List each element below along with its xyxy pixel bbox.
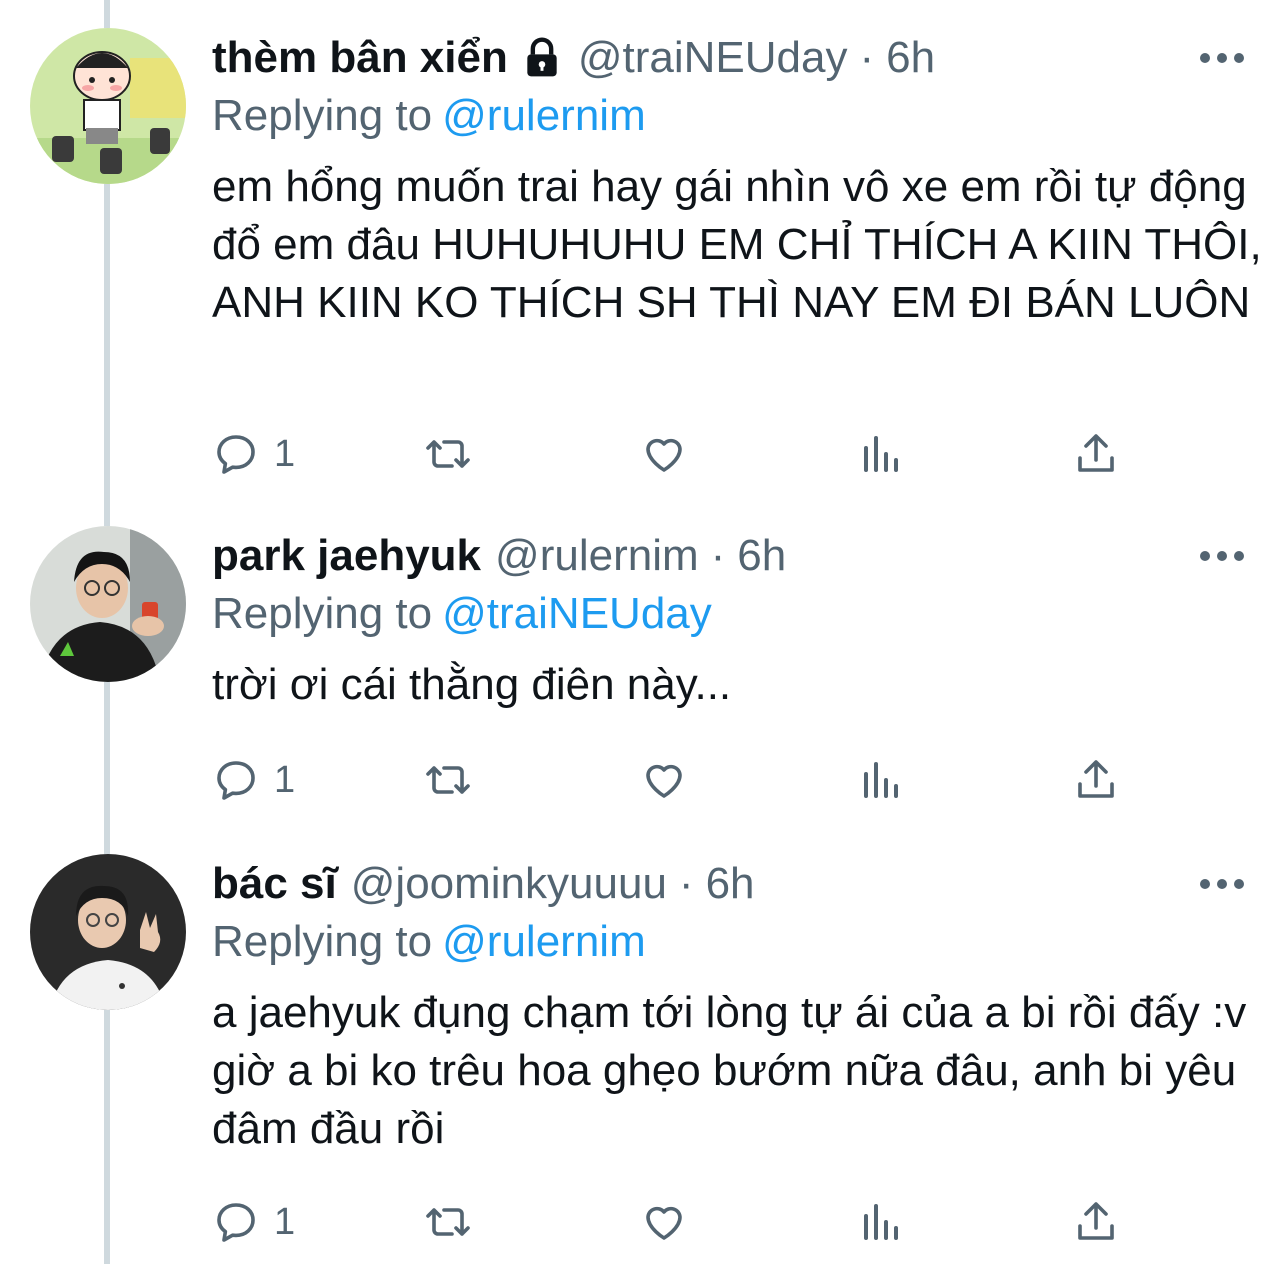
tweet-actions: 1	[212, 752, 1132, 808]
views-button[interactable]	[856, 426, 904, 482]
reply-icon	[217, 1203, 255, 1242]
mention-link[interactable]: @rulernim	[442, 917, 646, 966]
views-icon	[864, 1204, 898, 1240]
cartoon-character-avatar-icon	[30, 28, 186, 184]
user-handle[interactable]: @joominkyuuuu	[351, 854, 667, 914]
display-name[interactable]: bác sĩ	[212, 854, 337, 914]
retweet-icon	[426, 440, 470, 468]
like-icon	[646, 764, 682, 798]
tweet-actions: 1	[212, 426, 1132, 482]
share-button[interactable]	[1072, 752, 1120, 808]
lock-icon	[527, 37, 557, 77]
retweet-button[interactable]	[424, 752, 472, 808]
person-photo-avatar-icon	[30, 854, 186, 1010]
reply-button[interactable]: 1	[212, 752, 295, 808]
tweet-text: em hổng muốn trai hay gái nhìn vô xe em …	[212, 162, 1262, 327]
views-icon	[864, 436, 898, 472]
mention-link[interactable]: @rulernim	[442, 91, 646, 140]
reply-count: 1	[274, 758, 296, 801]
tweet-actions: 1	[212, 1194, 1132, 1250]
replying-to: Replying to @rulernim	[212, 86, 646, 146]
user-handle[interactable]: @traiNEUday	[578, 28, 848, 88]
retweet-button[interactable]	[424, 426, 472, 482]
timestamp[interactable]: 6h	[886, 28, 935, 88]
share-icon	[1078, 1202, 1114, 1240]
like-button[interactable]	[640, 426, 688, 482]
reply-icon	[217, 761, 255, 800]
reply-count: 1	[274, 1200, 296, 1243]
avatar[interactable]	[30, 526, 186, 682]
views-button[interactable]	[856, 1194, 904, 1250]
tweet-text: a jaehyuk đụng chạm tới lòng tự ái của a…	[212, 988, 1247, 1153]
share-button[interactable]	[1072, 1194, 1120, 1250]
tweet-header: bác sĩ @joominkyuuuu · 6h	[212, 854, 755, 914]
reply-button[interactable]: 1	[212, 426, 295, 482]
timestamp[interactable]: 6h	[737, 526, 786, 586]
more-options-icon[interactable]	[1200, 874, 1244, 894]
more-options-icon[interactable]	[1200, 546, 1244, 566]
avatar[interactable]	[30, 854, 186, 1010]
views-button[interactable]	[856, 752, 904, 808]
display-name[interactable]: thèm bân xiển	[212, 28, 508, 88]
like-icon	[646, 1206, 682, 1240]
avatar[interactable]	[30, 28, 186, 184]
timestamp[interactable]: 6h	[706, 854, 755, 914]
like-icon	[646, 438, 682, 472]
user-handle[interactable]: @rulernim	[495, 526, 699, 586]
more-options-icon[interactable]	[1200, 48, 1244, 68]
share-icon	[1078, 434, 1114, 472]
share-button[interactable]	[1072, 426, 1120, 482]
reply-button[interactable]: 1	[212, 1194, 295, 1250]
person-photo-avatar-icon	[30, 526, 186, 682]
retweet-button[interactable]	[424, 1194, 472, 1250]
retweet-icon	[426, 1208, 470, 1236]
replying-label: Replying to	[212, 917, 433, 966]
tweet-header: park jaehyuk @rulernim · 6h	[212, 526, 786, 586]
separator-dot: ·	[710, 531, 726, 580]
replying-label: Replying to	[212, 91, 433, 140]
share-icon	[1078, 760, 1114, 798]
tweet-text: trời ơi cái thằng điên này...	[212, 660, 732, 709]
separator-dot: ·	[678, 859, 694, 908]
like-button[interactable]	[640, 752, 688, 808]
views-icon	[864, 762, 898, 798]
replying-to: Replying to @traiNEUday	[212, 584, 712, 644]
replying-label: Replying to	[212, 589, 433, 638]
tweet-header: thèm bân xiển @traiNEUday · 6h	[212, 28, 935, 88]
reply-icon	[217, 435, 255, 474]
replying-to: Replying to @rulernim	[212, 912, 646, 972]
retweet-icon	[426, 766, 470, 794]
mention-link[interactable]: @traiNEUday	[442, 589, 712, 638]
display-name[interactable]: park jaehyuk	[212, 526, 481, 586]
separator-dot: ·	[859, 33, 875, 82]
like-button[interactable]	[640, 1194, 688, 1250]
reply-count: 1	[274, 432, 296, 475]
